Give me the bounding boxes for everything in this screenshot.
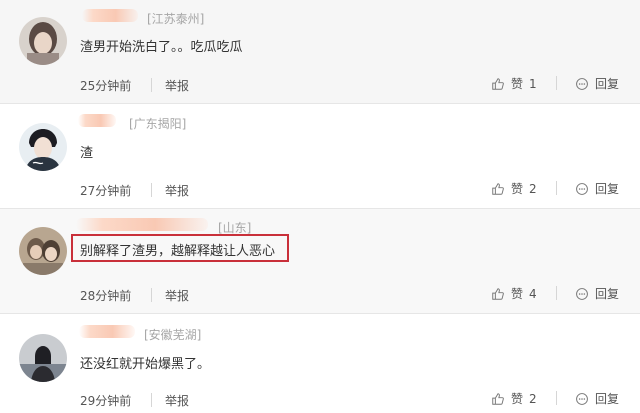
divider	[556, 181, 557, 195]
like-count: 2	[529, 391, 537, 406]
comment-text: 渣男开始洗白了。。吃瓜吃瓜	[80, 40, 243, 55]
username-blurred[interactable]	[76, 218, 208, 231]
comment-time: 29分钟前	[80, 394, 132, 408]
divider	[556, 76, 557, 90]
reply-label: 回复	[595, 287, 620, 301]
thumbs-up-icon	[492, 77, 504, 90]
like-label: 赞	[511, 287, 524, 301]
report-button[interactable]: 举报	[165, 182, 189, 199]
like-count: 4	[529, 286, 537, 301]
divider	[151, 288, 152, 302]
reply-label: 回复	[595, 182, 620, 196]
comment-text: 还没红就开始爆黑了。	[80, 357, 211, 372]
reply-label: 回复	[595, 392, 620, 406]
speech-bubble-icon	[576, 392, 588, 405]
like-count: 2	[529, 181, 537, 196]
like-label: 赞	[511, 77, 524, 91]
user-avatar[interactable]	[19, 123, 67, 171]
avatar-image	[19, 334, 67, 382]
like-button[interactable]: 赞 4	[491, 285, 537, 302]
user-avatar[interactable]	[19, 17, 67, 65]
thumbs-up-icon	[492, 392, 504, 405]
user-location: [江苏泰州]	[147, 12, 205, 26]
username-blurred[interactable]	[79, 325, 135, 338]
user-avatar[interactable]	[19, 334, 67, 382]
comment-time: 27分钟前	[80, 184, 132, 198]
username-blurred[interactable]	[78, 114, 116, 127]
like-label: 赞	[511, 392, 524, 406]
comment-item: [广东揭阳] 渣 27分钟前 举报 赞 2 回复	[0, 104, 640, 209]
comment-item: [山东] 别解释了渣男，越解释越让人恶心 28分钟前 举报 赞 4 回复	[0, 209, 640, 314]
reply-button[interactable]: 回复	[575, 75, 619, 92]
divider	[556, 286, 557, 300]
reply-button[interactable]: 回复	[575, 180, 619, 197]
report-button[interactable]: 举报	[165, 287, 189, 304]
user-location: [安徽芜湖]	[144, 328, 202, 342]
reply-button[interactable]: 回复	[575, 390, 619, 407]
comment-item: [江苏泰州] 渣男开始洗白了。。吃瓜吃瓜 25分钟前 举报 赞 1 回复	[0, 0, 640, 104]
comment-text: 别解释了渣男，越解释越让人恶心	[80, 244, 276, 259]
avatar-image	[19, 227, 67, 275]
speech-bubble-icon	[576, 182, 588, 195]
report-button[interactable]: 举报	[165, 392, 189, 409]
like-count: 1	[529, 76, 537, 91]
user-location: [广东揭阳]	[129, 117, 187, 131]
divider	[151, 393, 152, 407]
reply-button[interactable]: 回复	[575, 285, 619, 302]
thumbs-up-icon	[492, 287, 504, 300]
comment-text: 渣	[80, 146, 94, 161]
avatar-image	[19, 17, 67, 65]
speech-bubble-icon	[576, 77, 588, 90]
thumbs-up-icon	[492, 182, 504, 195]
comment-item: [安徽芜湖] 还没红就开始爆黑了。 29分钟前 举报 赞 2 回复	[0, 314, 640, 413]
like-button[interactable]: 赞 1	[491, 75, 537, 92]
user-avatar[interactable]	[19, 227, 67, 275]
speech-bubble-icon	[576, 287, 588, 300]
report-button[interactable]: 举报	[165, 77, 189, 94]
avatar-image	[19, 123, 67, 171]
like-button[interactable]: 赞 2	[491, 180, 537, 197]
reply-label: 回复	[595, 77, 620, 91]
divider	[151, 183, 152, 197]
divider	[556, 391, 557, 405]
like-label: 赞	[511, 182, 524, 196]
like-button[interactable]: 赞 2	[491, 390, 537, 407]
divider	[151, 78, 152, 92]
username-blurred[interactable]	[82, 9, 138, 22]
comment-time: 28分钟前	[80, 289, 132, 303]
comment-time: 25分钟前	[80, 79, 132, 93]
